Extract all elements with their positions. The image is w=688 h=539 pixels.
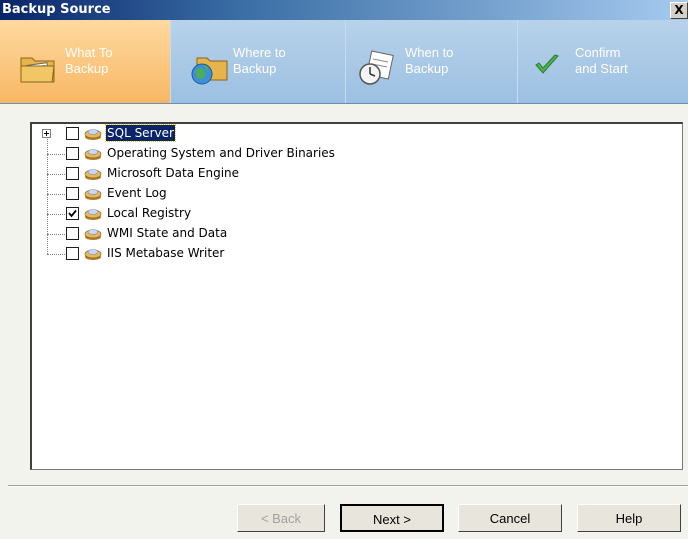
wizard-steps: What To Backup Where to Backup When to B — [0, 20, 688, 104]
step-what-to-backup[interactable]: What To Backup — [0, 20, 171, 103]
tree-item-label: IIS Metabase Writer — [107, 246, 225, 260]
tree-item-label: SQL Server — [105, 124, 176, 142]
tree-item-microsoft-data-engine[interactable]: Microsoft Data Engine — [32, 164, 672, 184]
step-label: Confirm and Start — [575, 45, 628, 76]
tree-item-iis-metabase[interactable]: IIS Metabase Writer — [32, 244, 672, 264]
checkbox-wmi-state[interactable] — [66, 227, 79, 240]
checkmark-icon — [535, 54, 559, 74]
step-where-to-backup[interactable]: Where to Backup — [175, 20, 346, 103]
checkbox-sql-server[interactable] — [66, 127, 79, 140]
checkbox-local-registry[interactable] — [66, 207, 79, 220]
back-button[interactable]: < Back — [237, 504, 325, 532]
backup-source-window: Backup Source X What To Backup Where to … — [0, 0, 688, 539]
step-label: What To Backup — [65, 45, 113, 76]
component-folder-icon — [84, 209, 102, 220]
tree-item-local-registry[interactable]: Local Registry — [32, 204, 672, 224]
backup-source-tree[interactable]: SQL Server Operating System and Driver B… — [30, 122, 683, 470]
checkbox-event-log[interactable] — [66, 187, 79, 200]
component-folder-icon — [84, 189, 102, 200]
globe-folder-icon — [191, 57, 228, 85]
close-button[interactable]: X — [670, 2, 688, 19]
help-button[interactable]: Help — [577, 504, 681, 532]
tree-item-label: Event Log — [107, 186, 167, 200]
tree-item-label: Microsoft Data Engine — [107, 166, 240, 180]
expand-icon[interactable] — [42, 129, 51, 138]
component-folder-icon — [84, 169, 102, 180]
calendar-clock-icon — [359, 50, 394, 85]
folder-picture-icon — [20, 57, 55, 83]
footer-divider — [8, 485, 688, 487]
tree-item-wmi-state[interactable]: WMI State and Data — [32, 224, 672, 244]
tree-item-operating-system[interactable]: Operating System and Driver Binaries — [32, 144, 672, 164]
component-folder-icon — [84, 229, 102, 240]
tree-item-event-log[interactable]: Event Log — [32, 184, 672, 204]
component-folder-icon — [84, 129, 102, 140]
window-title: Backup Source — [2, 2, 111, 17]
checkbox-operating-system[interactable] — [66, 147, 79, 160]
checkbox-iis-metabase[interactable] — [66, 247, 79, 260]
checkbox-microsoft-data-engine[interactable] — [66, 167, 79, 180]
tree-item-label: Local Registry — [107, 206, 192, 220]
title-bar[interactable]: Backup Source X — [0, 0, 688, 20]
checkmark-icon — [68, 209, 77, 218]
tree-item-sql-server[interactable]: SQL Server — [32, 124, 672, 144]
step-label: Where to Backup — [233, 45, 286, 76]
tree-item-label: Operating System and Driver Binaries — [107, 146, 335, 160]
tree-item-label: WMI State and Data — [107, 226, 228, 240]
step-label: When to Backup — [405, 45, 454, 76]
next-button[interactable]: Next > — [340, 504, 444, 532]
component-folder-icon — [84, 249, 102, 260]
cancel-button[interactable]: Cancel — [458, 504, 562, 532]
step-when-to-backup[interactable]: When to Backup — [347, 20, 518, 103]
step-confirm-and-start[interactable]: Confirm and Start — [519, 20, 688, 103]
component-folder-icon — [84, 149, 102, 160]
